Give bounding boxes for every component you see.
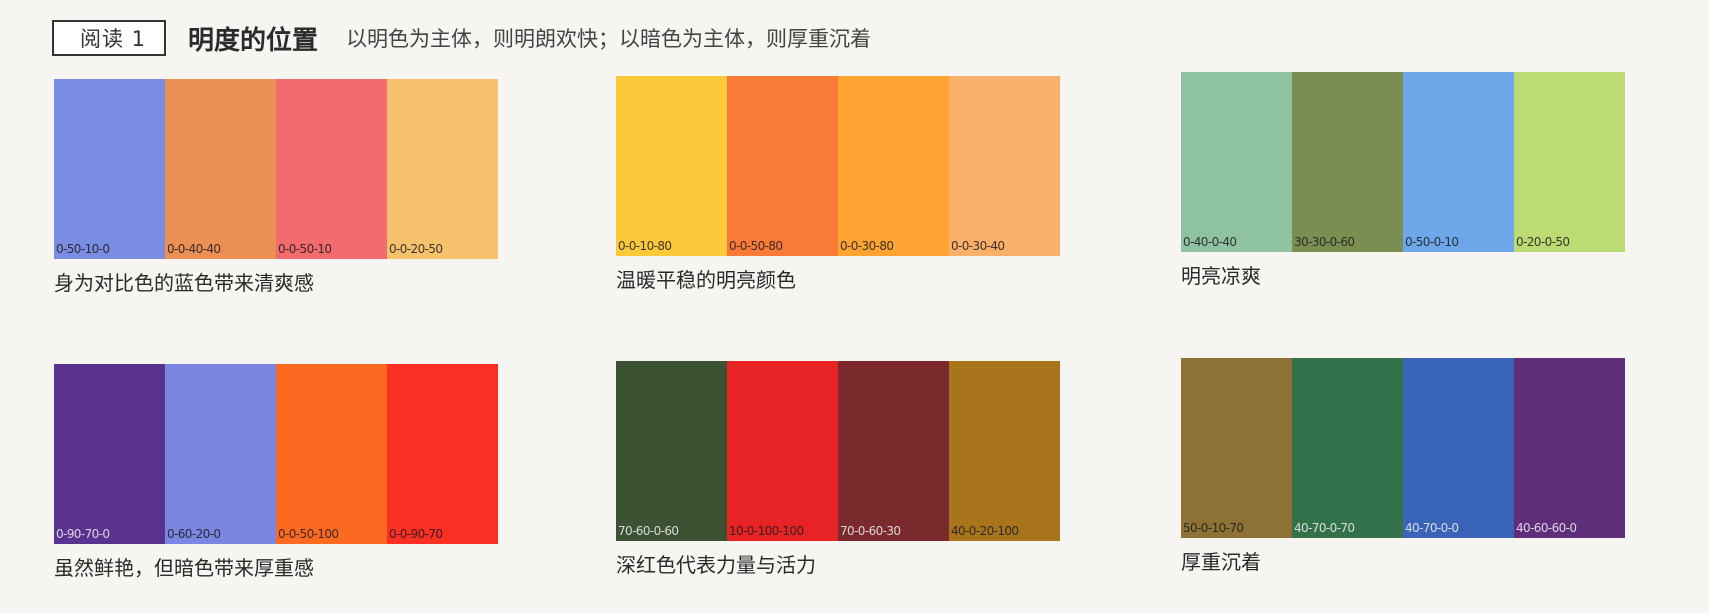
color-swatch-3: 0-0-50-100 (276, 364, 387, 544)
palette-caption: 温暖平稳的明亮颜色 (616, 268, 796, 292)
palette-caption: 身为对比色的蓝色带来清爽感 (54, 271, 314, 295)
page-subtitle: 以明色为主体，则明朗欢快；以暗色为主体，则厚重沉着 (346, 27, 872, 51)
palette-caption: 深红色代表力量与活力 (616, 553, 816, 577)
cmyk-code: 40-0-20-100 (951, 524, 1019, 538)
color-swatch-4: 40-60-60-0 (1514, 358, 1625, 538)
cmyk-code: 0-50-10-0 (56, 242, 110, 256)
cmyk-code: 70-60-0-60 (618, 524, 679, 538)
cmyk-code: 0-0-30-80 (840, 239, 894, 253)
swatch-strip: 0-0-10-80 0-0-50-80 0-0-30-80 0-0-30-40 (616, 76, 1060, 256)
color-swatch-4: 0-0-30-40 (949, 76, 1060, 256)
palette-caption: 虽然鲜艳，但暗色带来厚重感 (54, 556, 314, 580)
palette-group-2: 0-0-10-80 0-0-50-80 0-0-30-80 0-0-30-40 … (616, 76, 1060, 293)
swatch-strip: 70-60-0-60 10-0-100-100 70-0-60-30 40-0-… (616, 361, 1060, 541)
color-swatch-2: 40-70-0-70 (1292, 358, 1403, 538)
color-swatch-4: 40-0-20-100 (949, 361, 1060, 541)
color-swatch-3: 0-0-30-80 (838, 76, 949, 256)
color-swatch-1: 70-60-0-60 (616, 361, 727, 541)
palette-caption: 厚重沉着 (1181, 550, 1261, 574)
cmyk-code: 0-0-50-10 (278, 242, 332, 256)
cmyk-code: 10-0-100-100 (729, 524, 804, 538)
palette-group-3: 0-40-0-40 30-30-0-60 0-50-0-10 0-20-0-50… (1181, 72, 1625, 289)
cmyk-code: 0-20-0-50 (1516, 235, 1570, 249)
cmyk-code: 0-60-20-0 (167, 527, 221, 541)
page-title: 明度的位置 (188, 25, 319, 56)
cmyk-code: 0-0-90-70 (389, 527, 443, 541)
color-swatch-3: 70-0-60-30 (838, 361, 949, 541)
color-swatch-4: 0-20-0-50 (1514, 72, 1625, 252)
cmyk-code: 0-40-0-40 (1183, 235, 1237, 249)
color-swatch-1: 0-90-70-0 (54, 364, 165, 544)
color-swatch-1: 0-0-10-80 (616, 76, 727, 256)
color-swatch-2: 10-0-100-100 (727, 361, 838, 541)
swatch-strip: 0-90-70-0 0-60-20-0 0-0-50-100 0-0-90-70 (54, 364, 498, 544)
cmyk-code: 0-90-70-0 (56, 527, 110, 541)
cmyk-code: 40-70-0-70 (1294, 521, 1355, 535)
color-swatch-2: 0-60-20-0 (165, 364, 276, 544)
color-swatch-4: 0-0-20-50 (387, 79, 498, 259)
color-swatch-1: 0-40-0-40 (1181, 72, 1292, 252)
color-swatch-1: 50-0-10-70 (1181, 358, 1292, 538)
swatch-strip: 0-40-0-40 30-30-0-60 0-50-0-10 0-20-0-50 (1181, 72, 1625, 252)
cmyk-code: 0-50-0-10 (1405, 235, 1459, 249)
page-header: 阅读 1 明度的位置 以明色为主体，则明朗欢快；以暗色为主体，则厚重沉着 (52, 18, 871, 58)
reading-badge: 阅读 1 (52, 20, 167, 56)
cmyk-code: 0-0-10-80 (618, 239, 672, 253)
cmyk-code: 0-0-40-40 (167, 242, 221, 256)
cmyk-code: 50-0-10-70 (1183, 521, 1244, 535)
color-swatch-2: 0-0-50-80 (727, 76, 838, 256)
cmyk-code: 40-60-60-0 (1516, 521, 1577, 535)
cmyk-code: 0-0-30-40 (951, 239, 1005, 253)
palette-caption: 明亮凉爽 (1181, 264, 1261, 288)
color-swatch-3: 0-0-50-10 (276, 79, 387, 259)
swatch-strip: 0-50-10-0 0-0-40-40 0-0-50-10 0-0-20-50 (54, 79, 498, 259)
color-swatch-3: 40-70-0-0 (1403, 358, 1514, 538)
cmyk-code: 70-0-60-30 (840, 524, 901, 538)
color-swatch-4: 0-0-90-70 (387, 364, 498, 544)
palette-group-1: 0-50-10-0 0-0-40-40 0-0-50-10 0-0-20-50 … (54, 79, 498, 296)
cmyk-code: 0-0-20-50 (389, 242, 443, 256)
color-swatch-3: 0-50-0-10 (1403, 72, 1514, 252)
color-swatch-2: 30-30-0-60 (1292, 72, 1403, 252)
cmyk-code: 30-30-0-60 (1294, 235, 1355, 249)
cmyk-code: 0-0-50-80 (729, 239, 783, 253)
color-swatch-1: 0-50-10-0 (54, 79, 165, 259)
palette-group-6: 50-0-10-70 40-70-0-70 40-70-0-0 40-60-60… (1181, 358, 1625, 575)
swatch-strip: 50-0-10-70 40-70-0-70 40-70-0-0 40-60-60… (1181, 358, 1625, 538)
cmyk-code: 40-70-0-0 (1405, 521, 1459, 535)
cmyk-code: 0-0-50-100 (278, 527, 339, 541)
color-swatch-2: 0-0-40-40 (165, 79, 276, 259)
palette-group-4: 0-90-70-0 0-60-20-0 0-0-50-100 0-0-90-70… (54, 364, 498, 581)
palette-group-5: 70-60-0-60 10-0-100-100 70-0-60-30 40-0-… (616, 361, 1060, 578)
